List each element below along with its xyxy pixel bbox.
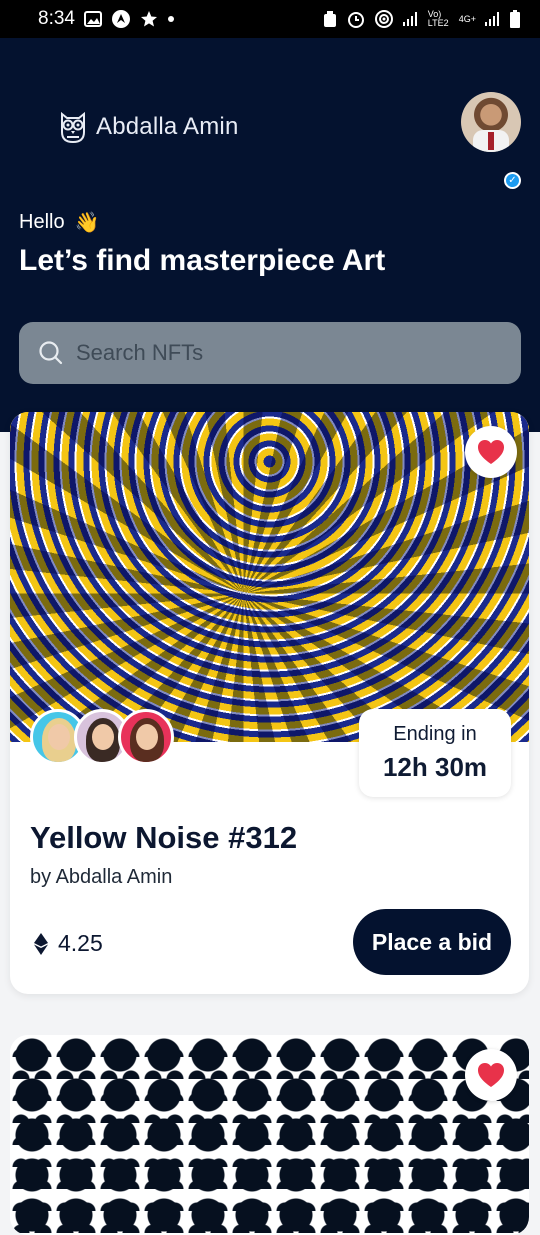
- nft-title: Yellow Noise #312: [30, 820, 298, 855]
- image-icon: [83, 11, 102, 27]
- favorite-button[interactable]: [465, 1049, 517, 1101]
- nft-artist: by Abdalla Amin: [30, 866, 173, 888]
- verified-badge-icon: ✓: [504, 172, 521, 189]
- search-bar[interactable]: [19, 322, 521, 384]
- greeting-text: Hello: [19, 211, 65, 233]
- waving-hand-icon: 👋: [74, 212, 100, 234]
- ending-value: 12h 30m: [382, 752, 488, 782]
- brand[interactable]: Abdalla Amin: [58, 110, 239, 144]
- nft-card[interactable]: [10, 1035, 529, 1235]
- brand-name: Abdalla Amin: [96, 113, 239, 140]
- volte-label: Vo) LTE2: [427, 9, 449, 28]
- owl-logo-icon: [58, 110, 88, 144]
- avatar[interactable]: [461, 92, 521, 152]
- nft-card[interactable]: Ending in 12h 30m Yellow Noise #312 by A…: [10, 412, 529, 994]
- place-bid-button[interactable]: Place a bid: [353, 909, 511, 975]
- star-icon: [140, 10, 158, 28]
- status-time: 8:34: [38, 8, 75, 29]
- price-value: 4.25: [58, 930, 103, 956]
- price: 4.25: [34, 930, 103, 957]
- status-bar: 8:34 Vo) LTE2 4G+: [0, 0, 540, 38]
- heart-icon: [477, 439, 505, 465]
- navigation-icon: [111, 9, 131, 29]
- search-icon: [38, 340, 64, 366]
- ending-label: Ending in: [393, 723, 477, 745]
- dot-icon: [167, 15, 175, 23]
- alarm-icon: [322, 10, 338, 28]
- signal-4g-icon: [485, 12, 501, 26]
- auction-timer: Ending in 12h 30m: [359, 709, 511, 797]
- greeting: Hello 👋: [19, 210, 99, 235]
- bidder-avatar[interactable]: [118, 709, 174, 765]
- nft-artwork-image[interactable]: [10, 1035, 529, 1235]
- bidder-avatars: [30, 709, 174, 765]
- page-title: Let’s find masterpiece Art: [19, 244, 386, 277]
- heart-icon: [477, 1062, 505, 1088]
- header: Abdalla Amin ✓ Hello 👋 Let’s find master…: [0, 38, 540, 432]
- signal-icon: [402, 12, 419, 26]
- clock-icon: [347, 10, 365, 28]
- ethereum-icon: [34, 932, 48, 955]
- nft-artwork-image[interactable]: [10, 412, 529, 742]
- search-input[interactable]: [74, 339, 478, 367]
- hotspot-icon: [374, 9, 394, 29]
- network-label: 4G+: [458, 14, 476, 24]
- battery-icon: [510, 10, 520, 28]
- favorite-button[interactable]: [465, 426, 517, 478]
